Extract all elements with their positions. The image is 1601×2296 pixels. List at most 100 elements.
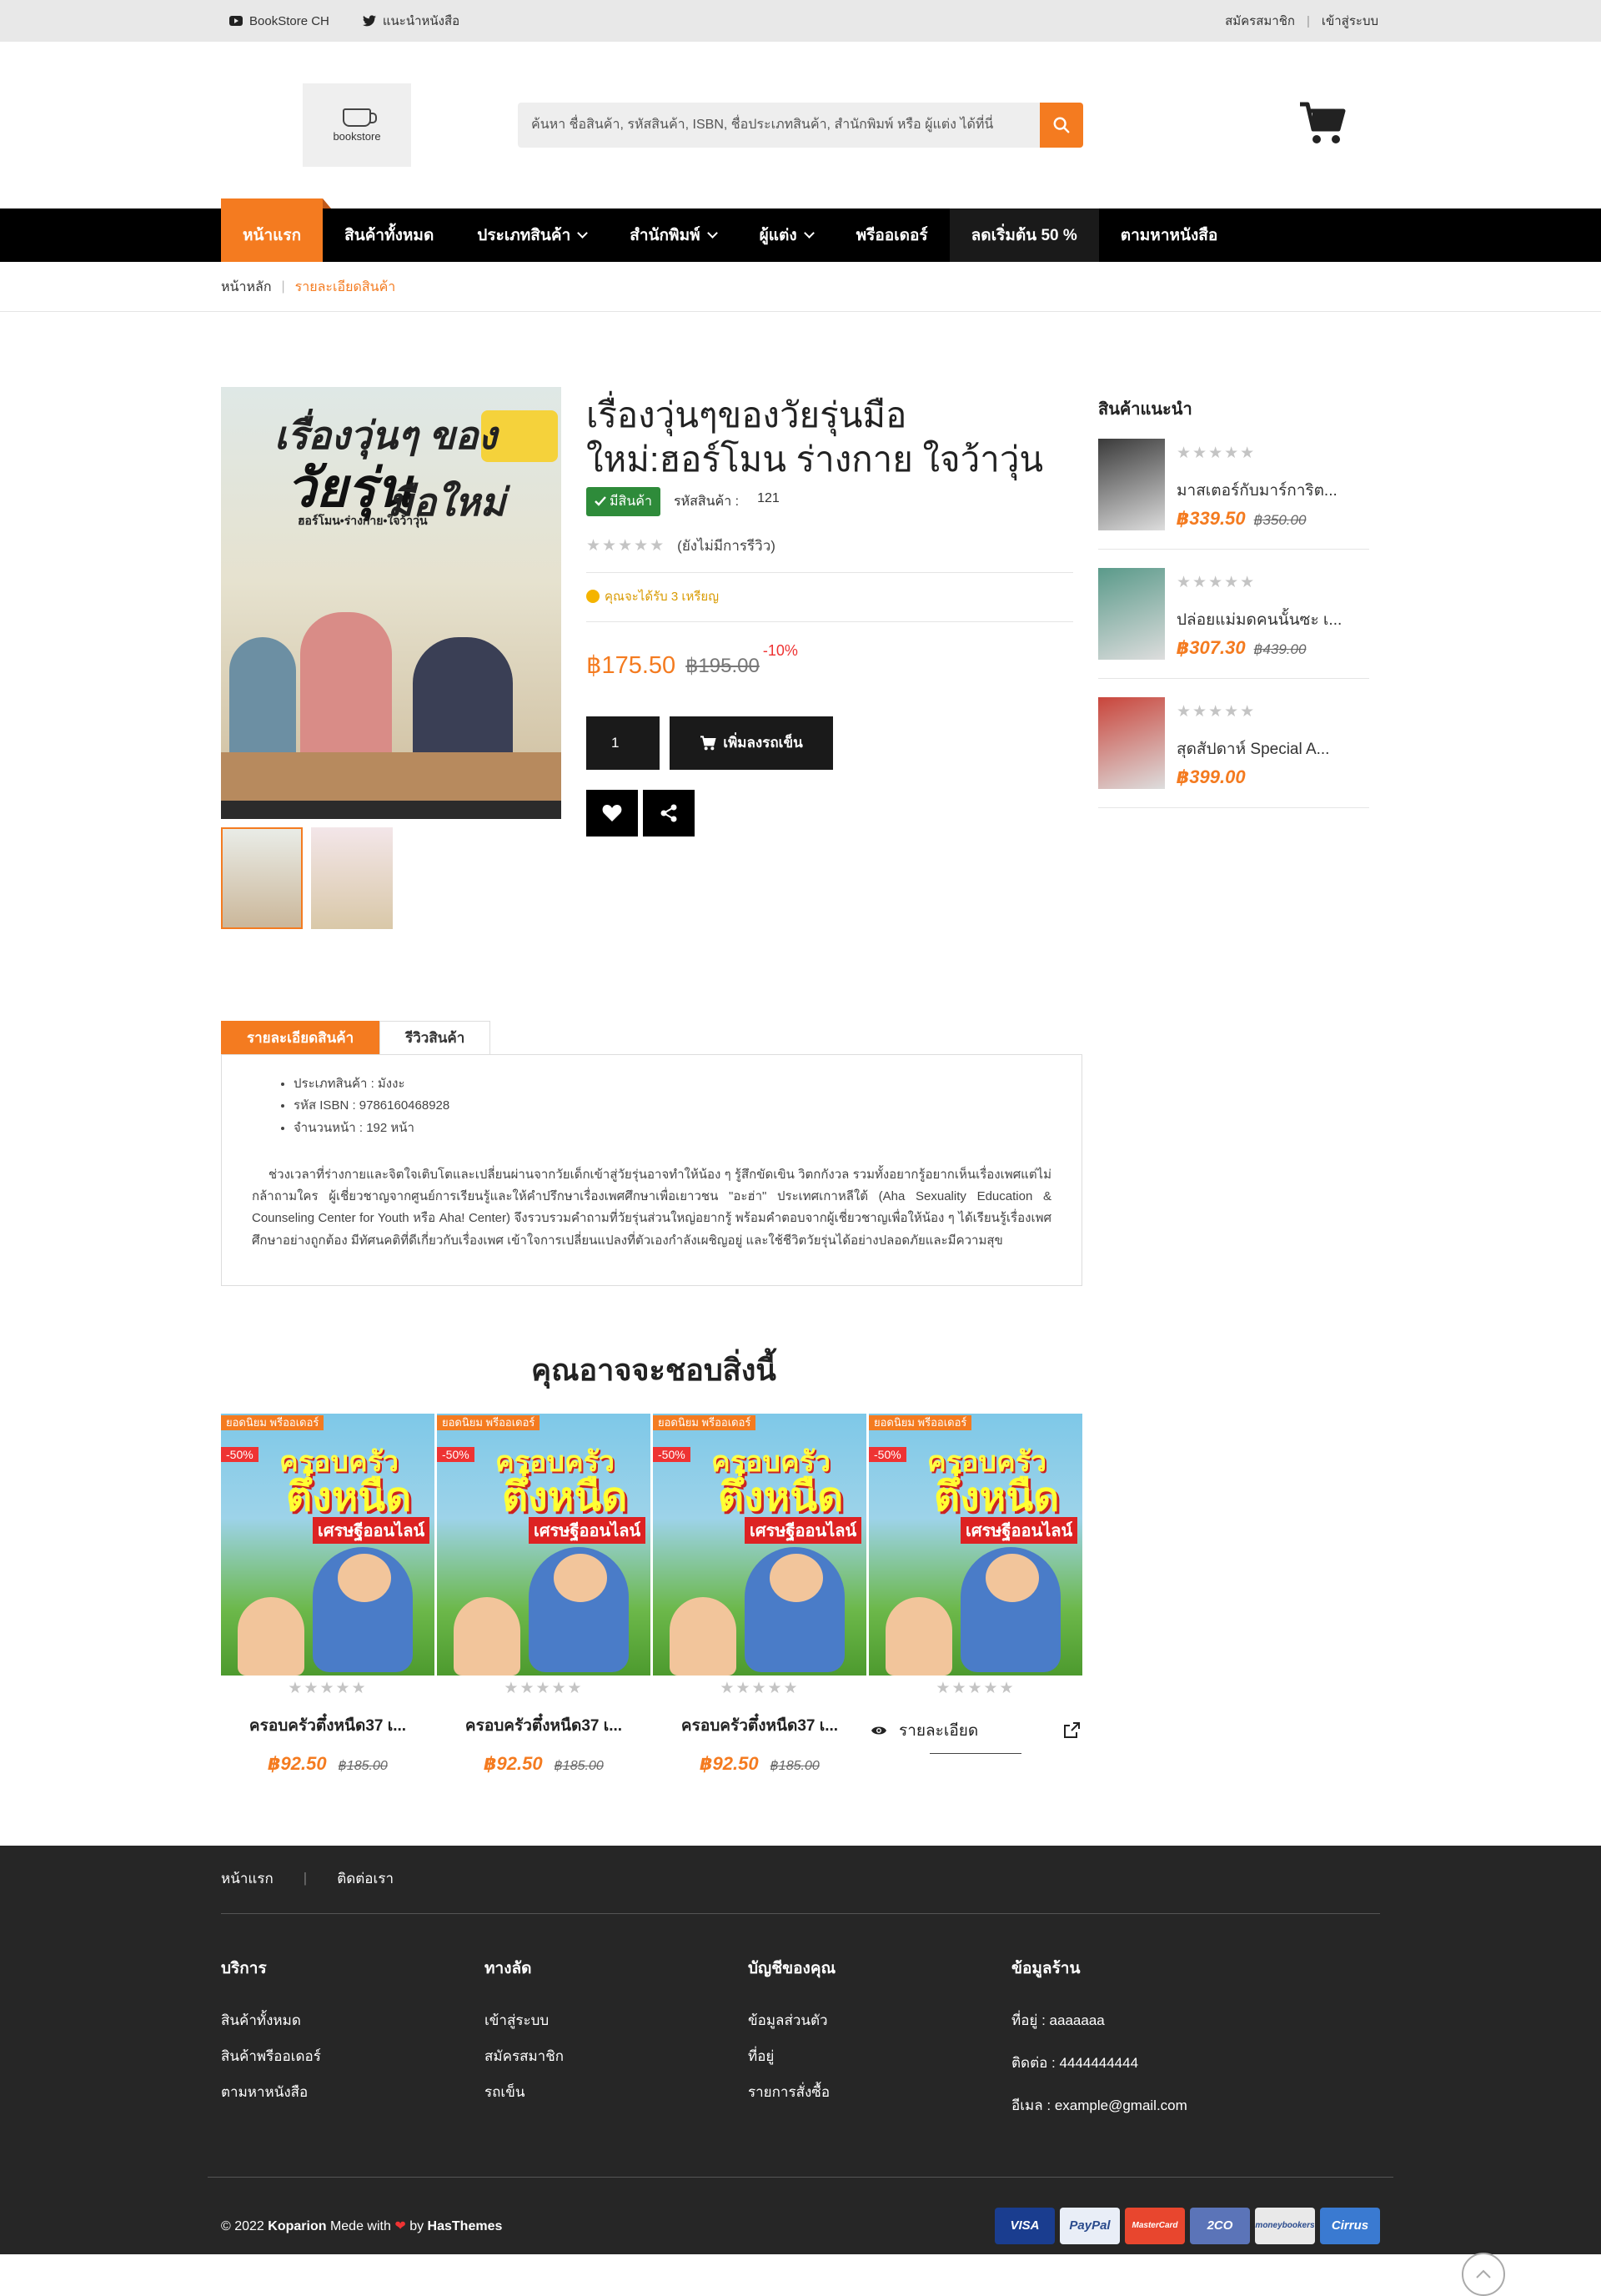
related-product-title[interactable]: ครอบครัวตึ๋งหนืด37 เ... <box>653 1713 866 1738</box>
check-icon <box>595 496 606 507</box>
product-main-image[interactable]: เรื่องวุ่นๆ ของ วัยรุ่น มือใหม่ ฮอร์โมน•… <box>221 387 561 819</box>
recommended-item-title[interactable]: สุดสัปดาห์ Special A... <box>1177 736 1329 761</box>
detail-link[interactable]: รายละเอียด <box>869 1718 1082 1743</box>
star-rating-icon: ★★★★★ <box>1177 574 1257 591</box>
detail-label: รายละเอียด <box>899 1721 979 1740</box>
cover-title-3: เศรษฐีออนไลน์ <box>961 1516 1078 1544</box>
footer-link[interactable]: เข้าสู่ระบบ <box>484 2009 748 2032</box>
star-rating-icon: ★★★★★ <box>936 1679 1016 1697</box>
discount-tag: -50% <box>437 1446 474 1462</box>
author-link[interactable]: HasThemes <box>428 2219 503 2233</box>
login-link[interactable]: เข้าสู่ระบบ <box>1322 11 1378 31</box>
add-to-cart-button[interactable]: เพิ่มลงรถเข็น <box>670 716 833 770</box>
chevron-up-icon <box>1476 2269 1491 2278</box>
price-row: ฿175.50 ฿195.00 -10% <box>586 642 1073 680</box>
star-rating-icon: ★★★★★ <box>1177 445 1257 462</box>
chevron-down-icon <box>706 228 718 239</box>
recommended-item[interactable]: ★★★★★ สุดสัปดาห์ Special A... ฿399.00 <box>1098 679 1369 808</box>
breadcrumb-current: รายละเอียดสินค้า <box>294 279 396 294</box>
footer-link[interactable]: สมัครสมาชิก <box>484 2045 748 2067</box>
footer-link[interactable]: ที่อยู่ <box>748 2045 1011 2067</box>
nav-item-0[interactable]: หน้าแรก <box>221 198 332 262</box>
search-icon <box>1053 117 1070 133</box>
footer-link[interactable]: รายการสั่งซื้อ <box>748 2081 1011 2103</box>
recommended-sidebar: สินค้าแนะนำ ★★★★★ มาสเตอร์กับมาร์การิต...… <box>1098 387 1369 929</box>
recommended-item-old-price: ฿439.00 <box>1253 641 1307 657</box>
youtube-label: BookStore CH <box>249 13 329 28</box>
youtube-icon <box>229 16 243 26</box>
related-product-image[interactable]: ยอดนิยม พรีออเดอร์ -50% ครอบครัว ตึ๋งหนืด เศ… <box>653 1413 866 1676</box>
review-count[interactable]: (ยังไม่มีการรีวิว) <box>677 535 775 557</box>
related-product-card[interactable]: ยอดนิยม พรีออเดอร์ -50% ครอบครัว ตึ๋งหนืด เศ… <box>869 1413 1082 1775</box>
related-product-image[interactable]: ยอดนิยม พรีออเดอร์ -50% ครอบครัว ตึ๋งหนืด เศ… <box>221 1413 434 1676</box>
star-rating-icon: ★★★★★ <box>720 1679 800 1697</box>
thumbnail-2[interactable] <box>311 827 393 929</box>
recommended-item-title[interactable]: ปล่อยแม่มดคนนั้นซะ เ... <box>1177 607 1342 632</box>
footer-link[interactable]: ตามหาหนังสือ <box>221 2081 484 2103</box>
recommended-item[interactable]: ★★★★★ ปล่อยแม่มดคนนั้นซะ เ... ฿307.30 ฿439.… <box>1098 550 1369 679</box>
breadcrumb-separator: | <box>281 279 285 294</box>
related-product-card[interactable]: ยอดนิยม พรีออเดอร์ -50% ครอบครัว ตึ๋งหนืด เศ… <box>653 1413 866 1775</box>
related-product-title[interactable]: ครอบครัวตึ๋งหนืด37 เ... <box>221 1713 434 1738</box>
copyright: © 2022 Koparion Mede with ❤ by HasThemes <box>221 2218 503 2233</box>
nav-item-5[interactable]: พรีออเดอร์ <box>835 208 950 262</box>
wishlist-button[interactable] <box>586 789 638 837</box>
chevron-down-icon <box>803 228 815 239</box>
cart-button[interactable] <box>1298 101 1347 150</box>
tab-reviews[interactable]: รีวิวสินค้า <box>379 1021 491 1054</box>
related-section: คุณอาจจะชอบสิ่งนี้ ยอดนิยม พรีออเดอร์ -50… <box>221 1346 1380 1775</box>
nav-item-label: ลดเริ่มต้น 50 % <box>971 227 1077 244</box>
tab-details[interactable]: รายละเอียดสินค้า <box>221 1021 380 1054</box>
recommended-item-image[interactable] <box>1098 439 1165 530</box>
nav-item-2[interactable]: ประเภทสินค้า <box>455 208 608 262</box>
footer-link[interactable]: สินค้าทั้งหมด <box>221 2009 484 2032</box>
related-product-image[interactable]: ยอดนิยม พรีออเดอร์ -50% ครอบครัว ตึ๋งหนืด เศ… <box>869 1413 1082 1676</box>
related-product-card[interactable]: ยอดนิยม พรีออเดอร์ -50% ครอบครัว ตึ๋งหนืด เศ… <box>437 1413 650 1775</box>
recommended-item-image[interactable] <box>1098 568 1165 660</box>
nav-item-label: ประเภทสินค้า <box>477 227 571 244</box>
twitter-link[interactable]: แนะนำหนังสือ <box>362 11 459 31</box>
register-link[interactable]: สมัครสมาชิก <box>1225 11 1295 31</box>
nav-item-6[interactable]: ลดเริ่มต้น 50 % <box>949 208 1099 262</box>
breadcrumb-home[interactable]: หน้าหลัก <box>221 277 272 298</box>
footer-column: ทางลัด เข้าสู่ระบบ สมัครสมาชิก รถเข็น <box>484 1956 748 2137</box>
footer-link[interactable]: ข้อมูลส่วนตัว <box>748 2009 1011 2032</box>
cart-icon <box>700 736 716 751</box>
recommended-item-image[interactable] <box>1098 697 1165 789</box>
recommended-item[interactable]: ★★★★★ มาสเตอร์กับมาร์การิต... ฿339.50 ฿350.… <box>1098 422 1369 550</box>
footer-link[interactable]: รถเข็น <box>484 2081 748 2103</box>
nav-item-7[interactable]: ตามหาหนังสือ <box>1099 208 1240 262</box>
header: bookstore <box>0 42 1601 208</box>
cover-title-3: เศรษฐีออนไลน์ <box>745 1516 862 1544</box>
search-input[interactable] <box>518 103 1040 148</box>
quantity-input[interactable] <box>586 716 660 770</box>
search-button[interactable] <box>1040 103 1083 148</box>
product-info: เรื่องวุ่นๆของวัยรุ่นมือใหม่:ฮอร์โมน ร่า… <box>586 387 1073 929</box>
footer-links: หน้าแรก | ติดต่อเรา <box>221 1867 1380 1914</box>
related-product-card[interactable]: ยอดนิยม พรีออเดอร์ -50% ครอบครัว ตึ๋งหนืด เศ… <box>221 1413 434 1775</box>
related-product-image[interactable]: ยอดนิยม พรีออเดอร์ -50% ครอบครัว ตึ๋งหนืด เศ… <box>437 1413 650 1676</box>
brand-link[interactable]: Koparion <box>268 2219 326 2233</box>
share-button[interactable] <box>643 789 695 837</box>
logo[interactable]: bookstore <box>303 83 411 167</box>
nav-item-1[interactable]: สินค้าทั้งหมด <box>323 208 455 262</box>
footer-link-home[interactable]: หน้าแรก <box>221 1867 274 1890</box>
nav-item-4[interactable]: ผู้แต่ง <box>738 208 835 262</box>
cup-icon <box>343 108 377 127</box>
product-section: เรื่องวุ่นๆ ของ วัยรุ่น มือใหม่ ฮอร์โมน•… <box>221 387 1380 929</box>
youtube-link[interactable]: BookStore CH <box>229 14 329 28</box>
footer-link-contact[interactable]: ติดต่อเรา <box>337 1867 394 1890</box>
discount-tag: -50% <box>653 1446 690 1462</box>
related-product-title[interactable]: ครอบครัวตึ๋งหนืด37 เ... <box>437 1713 650 1738</box>
recommended-item-title[interactable]: มาสเตอร์กับมาร์การิต... <box>1177 478 1338 503</box>
scroll-top-button[interactable] <box>1462 2252 1505 2296</box>
nav-item-3[interactable]: สำนักพิมพ์ <box>608 208 737 262</box>
star-rating-icon: ★★★★★ <box>586 536 666 555</box>
breadcrumb: หน้าหลัก | รายละเอียดสินค้า <box>0 262 1601 312</box>
nav-item-label: ตามหาหนังสือ <box>1120 227 1218 244</box>
cover-subtitle: ฮอร์โมน•ร่างกาย•ใจว้าวุ่น <box>298 514 428 527</box>
chevron-down-icon <box>577 228 589 239</box>
thumbnail-1[interactable] <box>221 827 303 929</box>
footer-link[interactable]: สินค้าพรีออเดอร์ <box>221 2045 484 2067</box>
footer-bottom: © 2022 Koparion Mede with ❤ by HasThemes… <box>208 2176 1393 2244</box>
